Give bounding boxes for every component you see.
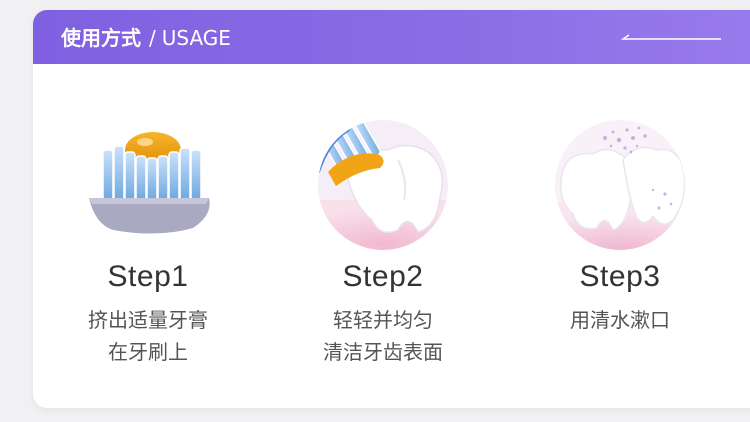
header-title: 使用方式 / USAGE <box>61 10 231 64</box>
step-2-desc-line-1: 轻轻并均匀 <box>333 308 433 332</box>
step-2: Step2 轻轻并均匀 清洁牙齿表面 <box>268 120 498 368</box>
step-3: Step3 用清水漱口 <box>505 120 735 336</box>
step-2-description: 轻轻并均匀 清洁牙齿表面 <box>268 304 498 368</box>
step-1-desc-line-2: 在牙刷上 <box>108 340 188 364</box>
brushing-teeth-icon <box>318 120 448 250</box>
step-1: Step1 挤出适量牙膏 在牙刷上 <box>33 120 263 368</box>
step-2-desc-line-2: 清洁牙齿表面 <box>323 340 443 364</box>
header-decor-line-icon <box>620 34 721 40</box>
step-1-label: Step1 <box>107 260 189 293</box>
step-1-description: 挤出适量牙膏 在牙刷上 <box>33 304 263 368</box>
step-3-desc-line-1: 用清水漱口 <box>570 308 670 332</box>
step-2-label: Step2 <box>342 260 424 293</box>
header-title-separator: / <box>149 26 156 50</box>
header-title-en: USAGE <box>161 26 231 50</box>
usage-card: 使用方式 / USAGE Step1 挤出适量牙膏 在牙刷上 Step2 轻轻并… <box>33 10 750 408</box>
step-3-label: Step3 <box>579 260 661 293</box>
step-3-description: 用清水漱口 <box>505 304 735 336</box>
rinsing-teeth-icon <box>555 120 685 250</box>
step-1-desc-line-1: 挤出适量牙膏 <box>88 308 208 332</box>
card-header: 使用方式 / USAGE <box>33 10 750 64</box>
header-title-cn: 使用方式 <box>61 26 141 50</box>
toothbrush-with-toothpaste-icon <box>89 132 210 234</box>
